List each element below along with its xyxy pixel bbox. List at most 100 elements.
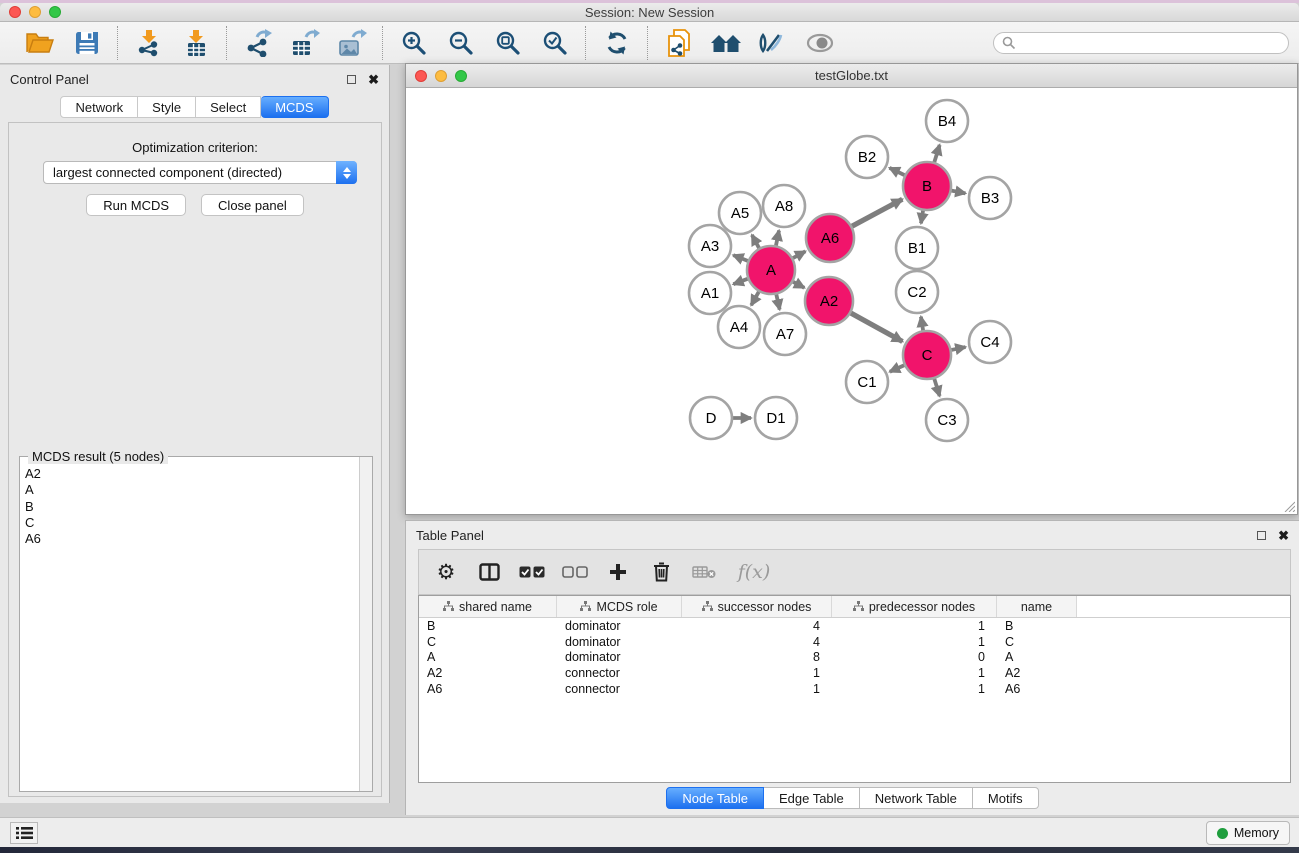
table-cell[interactable]: 1	[832, 682, 997, 696]
column-header-name[interactable]: name	[997, 596, 1077, 617]
annotation-mode-button[interactable]	[749, 25, 796, 61]
close-network-window-button[interactable]	[415, 70, 427, 82]
function-builder-button[interactable]: f(x)	[734, 561, 774, 583]
search-input[interactable]	[1016, 35, 1280, 50]
float-table-panel-icon[interactable]	[1257, 531, 1266, 540]
export-network-button[interactable]	[234, 25, 281, 61]
network-edge-A-A5[interactable]	[752, 235, 759, 248]
deselect-all-button[interactable]	[562, 566, 588, 578]
delete-table-button[interactable]	[691, 565, 717, 579]
network-edge-C-C3[interactable]	[934, 379, 939, 396]
network-edge-A-A2[interactable]	[793, 282, 804, 288]
mcds-result-scrollbar[interactable]	[359, 457, 372, 791]
network-edge-C-C2[interactable]	[921, 317, 923, 331]
table-cell[interactable]: C	[997, 635, 1077, 649]
search-field[interactable]	[993, 32, 1289, 54]
close-panel-button[interactable]: Close panel	[201, 194, 304, 216]
add-column-button[interactable]	[605, 563, 631, 581]
tab-mcds[interactable]: MCDS	[261, 96, 328, 118]
delete-column-button[interactable]	[648, 562, 674, 582]
tab-style[interactable]: Style	[138, 96, 196, 118]
import-table-button[interactable]	[172, 25, 219, 61]
table-cell[interactable]: A6	[419, 682, 557, 696]
float-panel-icon[interactable]	[347, 75, 356, 84]
table-cell[interactable]: C	[419, 635, 557, 649]
network-edge-A6-B[interactable]	[852, 199, 902, 226]
mcds-result-item[interactable]: B	[21, 499, 358, 515]
window-resize-grip[interactable]	[1283, 500, 1295, 512]
network-edge-A-A1[interactable]	[733, 279, 747, 284]
mcds-result-item[interactable]: A2	[21, 466, 358, 482]
run-mcds-button[interactable]: Run MCDS	[86, 194, 186, 216]
table-cell[interactable]: 1	[832, 666, 997, 680]
table-cell[interactable]: A	[997, 650, 1077, 664]
graphics-details-button[interactable]	[796, 25, 843, 61]
mcds-result-item[interactable]: A6	[21, 531, 358, 547]
network-edge-A-A6[interactable]	[793, 251, 805, 258]
table-row[interactable]: Bdominator41B	[419, 618, 1290, 634]
export-table-button[interactable]	[281, 25, 328, 61]
tab-network[interactable]: Network	[60, 96, 138, 118]
table-cell[interactable]: 0	[832, 650, 997, 664]
table-cell[interactable]: 1	[832, 635, 997, 649]
minimize-network-window-button[interactable]	[435, 70, 447, 82]
import-network-button[interactable]	[125, 25, 172, 61]
column-header-successor-nodes[interactable]: successor nodes	[682, 596, 832, 617]
tab-motifs[interactable]: Motifs	[973, 787, 1039, 809]
memory-button[interactable]: Memory	[1206, 821, 1290, 845]
table-cell[interactable]: dominator	[557, 650, 682, 664]
table-cell[interactable]: 1	[682, 666, 832, 680]
network-edge-B-B3[interactable]	[952, 191, 966, 194]
column-header-MCDS-role[interactable]: MCDS role	[557, 596, 682, 617]
zoom-out-button[interactable]	[437, 25, 484, 61]
network-edge-A-A3[interactable]	[733, 255, 747, 261]
open-session-button[interactable]	[16, 25, 63, 61]
table-row[interactable]: Cdominator41C	[419, 634, 1290, 650]
table-cell[interactable]: connector	[557, 682, 682, 696]
refresh-button[interactable]	[593, 25, 640, 61]
network-edge-B-B1[interactable]	[921, 211, 923, 224]
mcds-result-item[interactable]: A	[21, 482, 358, 498]
table-row[interactable]: A2connector11A2	[419, 665, 1290, 681]
zoom-network-window-button[interactable]	[455, 70, 467, 82]
tab-select[interactable]: Select	[196, 96, 261, 118]
mcds-result-list[interactable]: A2ABCA6	[21, 466, 358, 790]
close-table-panel-icon[interactable]: ✖	[1278, 529, 1289, 542]
network-edge-C-C4[interactable]	[951, 347, 965, 350]
tab-node-table[interactable]: Node Table	[666, 787, 764, 809]
table-cell[interactable]: dominator	[557, 619, 682, 633]
close-panel-icon[interactable]: ✖	[368, 73, 379, 86]
table-cell[interactable]: A6	[997, 682, 1077, 696]
table-cell[interactable]: 4	[682, 619, 832, 633]
table-cell[interactable]: A2	[419, 666, 557, 680]
show-columns-button[interactable]	[476, 563, 502, 581]
home-button[interactable]	[702, 25, 749, 61]
select-all-button[interactable]	[519, 566, 545, 578]
table-cell[interactable]: 1	[832, 619, 997, 633]
table-cell[interactable]: B	[419, 619, 557, 633]
table-cell[interactable]: B	[997, 619, 1077, 633]
table-cell[interactable]: A	[419, 650, 557, 664]
clone-network-button[interactable]	[655, 25, 702, 61]
zoom-fit-button[interactable]	[484, 25, 531, 61]
table-settings-button[interactable]: ⚙	[433, 562, 459, 583]
table-cell[interactable]: dominator	[557, 635, 682, 649]
network-edge-A-A4[interactable]	[751, 292, 759, 305]
optimization-criterion-select[interactable]: largest connected component (directed)	[43, 161, 357, 184]
table-cell[interactable]: 4	[682, 635, 832, 649]
zoom-selected-button[interactable]	[531, 25, 578, 61]
tab-edge-table[interactable]: Edge Table	[764, 787, 860, 809]
table-row[interactable]: Adominator80A	[419, 649, 1290, 665]
column-header-predecessor-nodes[interactable]: predecessor nodes	[832, 596, 997, 617]
mcds-result-item[interactable]: C	[21, 515, 358, 531]
network-edge-B-B4[interactable]	[934, 145, 939, 162]
network-edge-A-A7[interactable]	[776, 294, 779, 309]
tab-network-table[interactable]: Network Table	[860, 787, 973, 809]
minimize-window-button[interactable]	[29, 6, 41, 18]
table-cell[interactable]: 8	[682, 650, 832, 664]
close-window-button[interactable]	[9, 6, 21, 18]
table-cell[interactable]: 1	[682, 682, 832, 696]
save-session-button[interactable]	[63, 25, 110, 61]
table-cell[interactable]: connector	[557, 666, 682, 680]
task-history-button[interactable]	[10, 822, 38, 844]
